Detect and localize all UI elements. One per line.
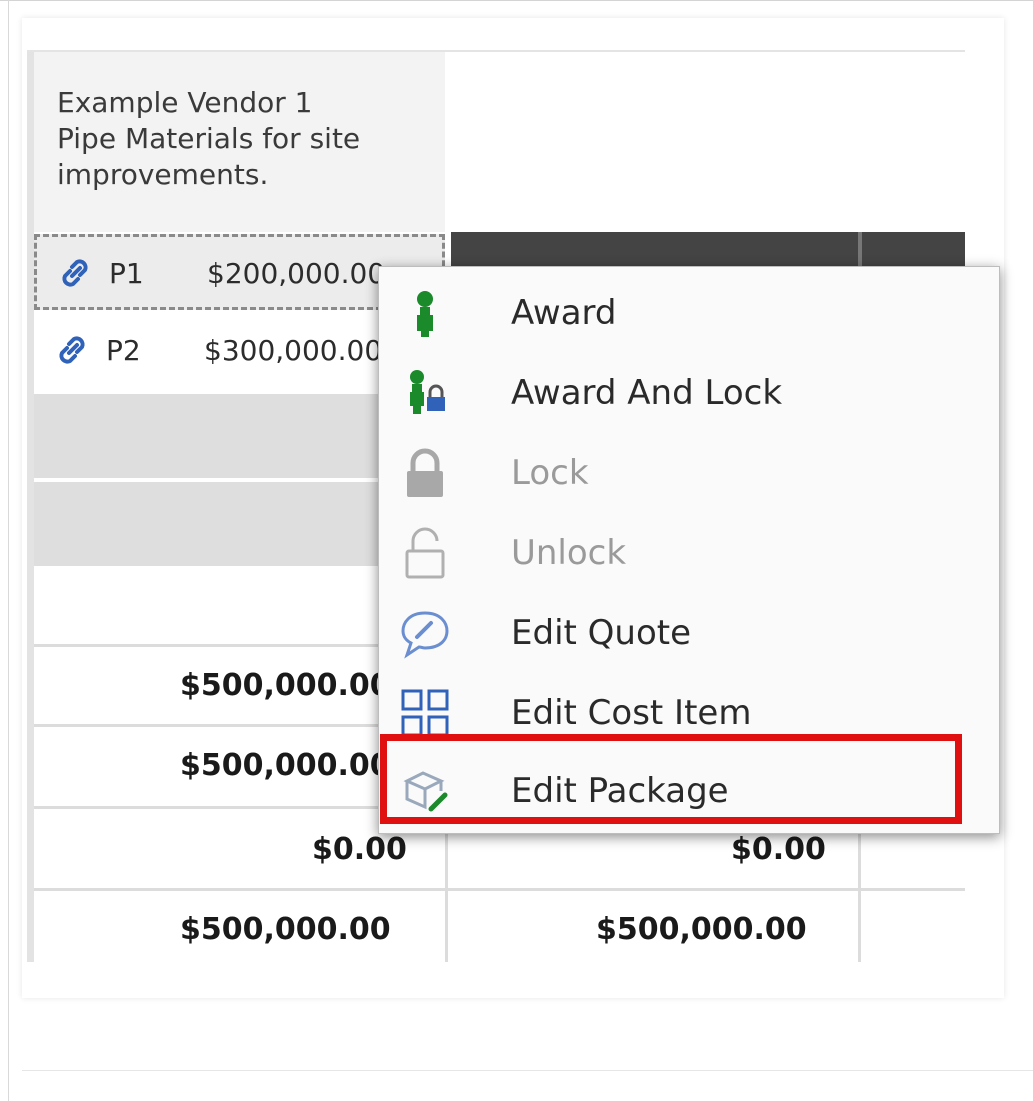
menu-item-label: Lock	[511, 453, 589, 493]
total-value: $0.00	[312, 832, 407, 867]
vendor-description: Example Vendor 1 Pipe Materials for site…	[57, 85, 437, 193]
vendor-desc-line2: improvements.	[57, 158, 269, 191]
outer-top-border	[0, 0, 1033, 1]
total-value: $500,000.00	[180, 668, 391, 703]
edit-cost-item-icon	[401, 689, 449, 737]
menu-item-label: Award And Lock	[511, 373, 783, 413]
menu-item-edit-quote[interactable]: Edit Quote	[379, 593, 999, 673]
edit-quote-icon	[401, 611, 449, 659]
lock-icon	[407, 448, 443, 497]
menu-item-award[interactable]: Award	[379, 273, 999, 353]
total-value: $500,000.00	[180, 748, 391, 783]
menu-item-award-and-lock[interactable]: Award And Lock	[379, 353, 999, 433]
package-label: P2	[106, 334, 141, 367]
total-value: $0.00	[731, 832, 826, 867]
menu-item-label: Unlock	[511, 533, 627, 573]
package-label: P1	[109, 257, 144, 290]
package-amount: $300,000.00	[204, 334, 383, 367]
menu-item-lock[interactable]: Lock	[379, 433, 999, 513]
link-icon[interactable]	[52, 330, 92, 370]
award-icon	[417, 291, 433, 337]
menu-item-unlock[interactable]: Unlock	[379, 513, 999, 593]
row-divider	[34, 888, 965, 891]
menu-item-label: Edit Quote	[511, 613, 692, 653]
unlock-icon	[405, 527, 445, 579]
link-icon[interactable]	[55, 253, 95, 293]
highlight-annotation	[380, 734, 962, 824]
outer-bottom-border	[22, 1070, 1033, 1071]
vendor-desc-line1: Pipe Materials for site	[57, 122, 361, 155]
row-header-strip	[27, 52, 34, 962]
outer-left-border	[8, 0, 9, 1101]
total-value: $500,000.00	[180, 912, 391, 947]
menu-item-label: Edit Cost Item	[511, 693, 752, 733]
menu-item-label: Award	[511, 293, 617, 333]
total-value: $500,000.00	[596, 912, 807, 947]
package-amount: $200,000.00	[207, 257, 386, 290]
vendor-name: Example Vendor 1	[57, 86, 313, 119]
award-lock-icon	[410, 370, 445, 414]
